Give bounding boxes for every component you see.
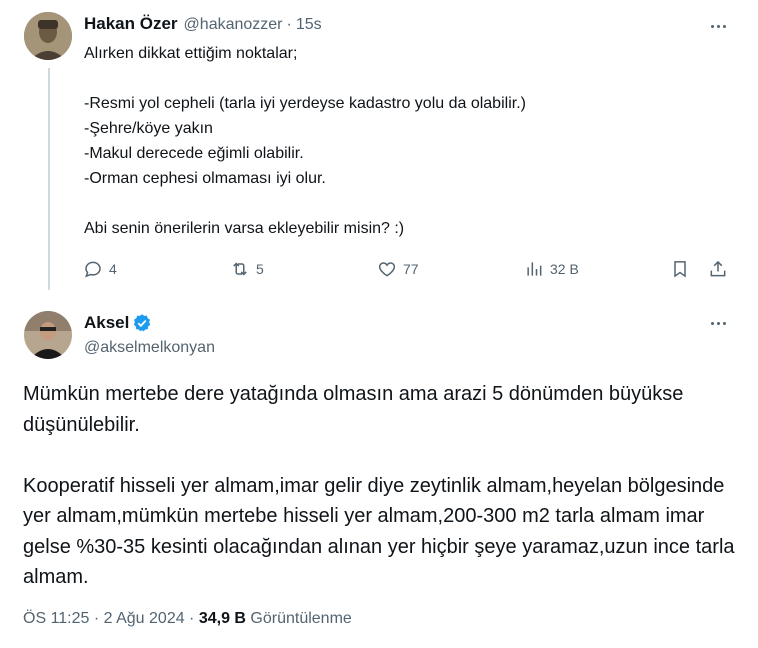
views-button[interactable]: 32 B bbox=[524, 258, 579, 280]
avatar-hakan[interactable] bbox=[24, 12, 72, 60]
separator: · bbox=[286, 16, 292, 33]
tweet-meta: ÖS 11:25 · 2 Ağu 2024 · 34,9 B Görüntüle… bbox=[23, 610, 352, 628]
author-name[interactable]: Aksel bbox=[84, 313, 129, 333]
main-author-row: Aksel bbox=[84, 313, 152, 333]
more-options-icon[interactable] bbox=[707, 314, 729, 332]
tweet-time[interactable]: 15s bbox=[296, 16, 322, 34]
tweet-date[interactable]: 2 Ağu 2024 bbox=[104, 610, 185, 628]
reply-header: Hakan Özer @hakanozzer · 15s bbox=[84, 14, 322, 34]
bookmark-button[interactable] bbox=[670, 258, 696, 280]
views-icon bbox=[527, 262, 542, 276]
like-button[interactable]: 77 bbox=[377, 258, 419, 280]
share-button[interactable] bbox=[708, 258, 734, 280]
verified-badge-icon bbox=[134, 314, 151, 332]
reply-button[interactable]: 4 bbox=[83, 258, 117, 280]
reply-icon bbox=[85, 261, 101, 278]
like-count: 77 bbox=[403, 261, 419, 277]
main-tweet-text: Mümkün mertebe dere yatağında olmasın am… bbox=[23, 383, 735, 588]
thread-line bbox=[48, 68, 50, 290]
separator: · bbox=[89, 610, 104, 627]
retweet-button[interactable]: 5 bbox=[230, 258, 264, 280]
views-count: 32 B bbox=[550, 261, 579, 277]
retweet-count: 5 bbox=[256, 261, 264, 277]
like-icon bbox=[378, 262, 396, 277]
more-options-icon[interactable] bbox=[707, 17, 729, 35]
author-handle[interactable]: @hakanozzer bbox=[184, 16, 283, 34]
author-name[interactable]: Hakan Özer bbox=[84, 14, 178, 34]
share-icon bbox=[710, 260, 726, 277]
reply-count: 4 bbox=[109, 261, 117, 277]
author-handle[interactable]: @akselmelkonyan bbox=[84, 339, 215, 357]
views-count: 34,9 B bbox=[198, 610, 246, 627]
reply-tweet-text: Alırken dikkat ettiğim noktalar; -Resmi … bbox=[84, 45, 526, 237]
avatar-aksel[interactable] bbox=[24, 311, 72, 359]
bookmark-icon bbox=[674, 261, 686, 278]
separator: · bbox=[184, 610, 199, 627]
views-label: Görüntülenme bbox=[245, 610, 352, 627]
retweet-icon bbox=[233, 262, 247, 276]
tweet-time[interactable]: ÖS 11:25 bbox=[23, 610, 89, 628]
